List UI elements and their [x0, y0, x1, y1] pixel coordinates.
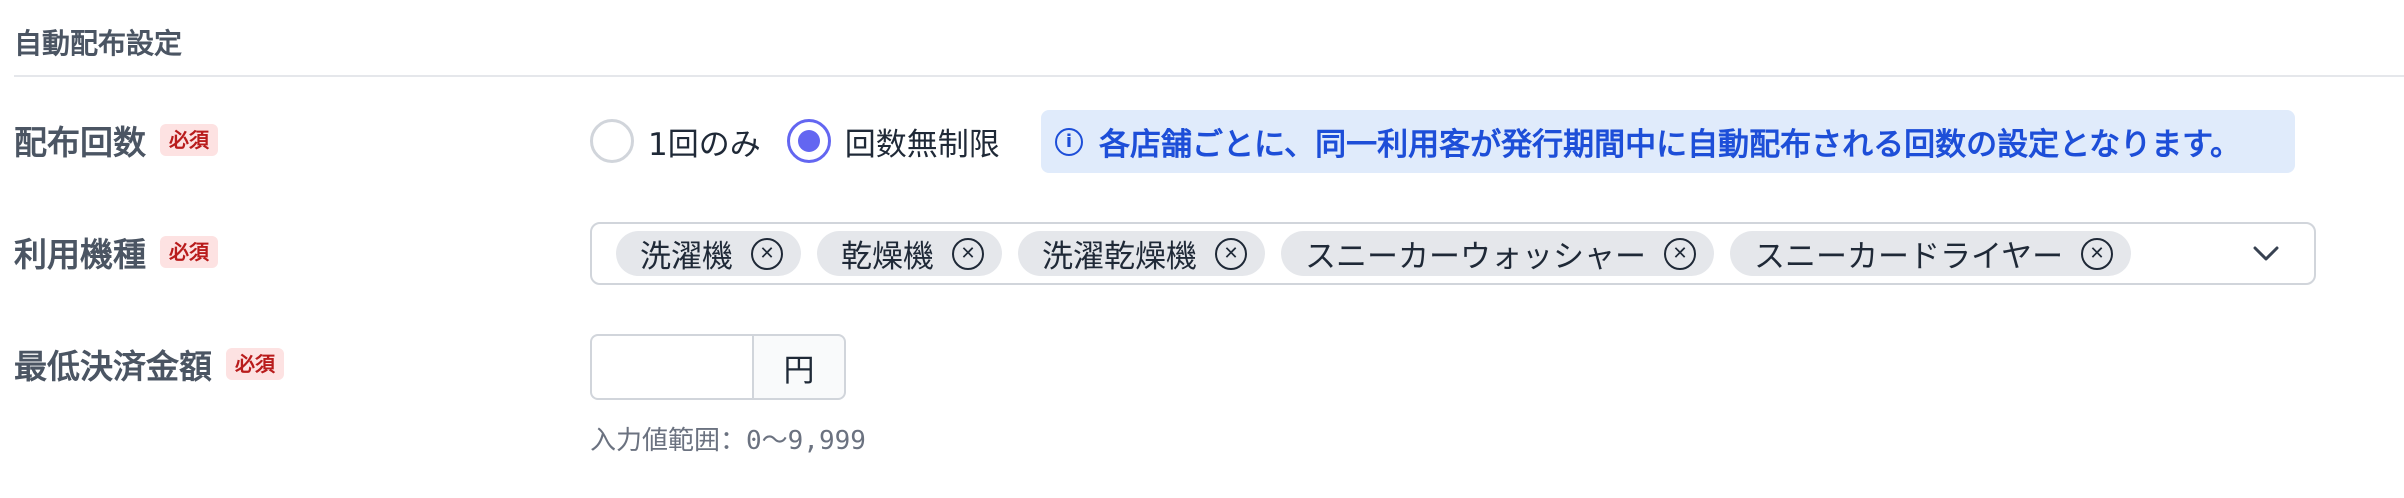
yen-unit-addon: 円 — [752, 334, 846, 400]
close-circle-icon[interactable]: ✕ — [1664, 237, 1696, 270]
min-payment-input-group: 円 — [590, 334, 846, 400]
radio-unlimited[interactable]: 回数無制限 — [786, 119, 1000, 164]
tag-label: スニーカードライヤー — [1754, 239, 2064, 275]
section-title: 自動配布設定 — [14, 27, 183, 60]
radio-unlimited-label[interactable]: 回数無制限 — [845, 119, 1000, 164]
min-payment-label-group: 最低決済金額 必須 — [14, 340, 284, 388]
min-payment-input[interactable] — [590, 334, 752, 400]
tag-label: 洗濯乾燥機 — [1042, 239, 1197, 275]
machine-types-label-group: 利用機種 必須 — [14, 228, 218, 276]
required-badge: 必須 — [226, 348, 284, 380]
tag-label: 洗濯機 — [640, 239, 733, 275]
min-payment-label: 最低決済金額 — [14, 347, 212, 386]
distribution-count-label: 配布回数 — [14, 123, 146, 162]
required-badge: 必須 — [160, 124, 218, 156]
distribution-count-label-group: 配布回数 必須 — [14, 116, 218, 164]
distribution-count-radio-group: 1回のみ 回数無制限 — [590, 113, 1026, 169]
distribution-info-box: i 各店舗ごとに、同一利用客が発行期間中に自動配布される回数の設定となります。 — [1041, 110, 2295, 173]
machine-types-multiselect[interactable]: 洗濯機 ✕ 乾燥機 ✕ 洗濯乾燥機 ✕ スニーカーウォッシャー ✕ スニーカード… — [590, 222, 2316, 285]
radio-once-label[interactable]: 1回のみ — [648, 119, 761, 164]
min-payment-hint: 入力値範囲：0〜9,999 — [590, 426, 866, 456]
tag-label: スニーカーウォッシャー — [1305, 239, 1646, 275]
tag-dryer: 乾燥機 ✕ — [817, 231, 1002, 276]
required-badge: 必須 — [160, 236, 218, 268]
radio-once-circle[interactable] — [590, 119, 634, 163]
tag-washer-dryer: 洗濯乾燥機 ✕ — [1018, 231, 1265, 276]
tag-sneaker-dryer: スニーカードライヤー ✕ — [1730, 231, 2132, 276]
radio-unlimited-circle[interactable] — [786, 119, 831, 163]
close-circle-icon[interactable]: ✕ — [751, 237, 783, 270]
tag-label: 乾燥機 — [841, 239, 934, 275]
close-circle-icon[interactable]: ✕ — [1215, 237, 1247, 270]
tag-sneaker-washer: スニーカーウォッシャー ✕ — [1281, 231, 1714, 276]
section-divider — [14, 75, 2404, 77]
info-icon: i — [1055, 127, 1083, 156]
close-circle-icon[interactable]: ✕ — [952, 237, 984, 270]
distribution-info-text: 各店舗ごとに、同一利用客が発行期間中に自動配布される回数の設定となります。 — [1099, 127, 2242, 163]
tag-washer: 洗濯機 ✕ — [616, 231, 801, 276]
machine-types-label: 利用機種 — [14, 235, 146, 274]
chevron-down-icon[interactable] — [2252, 245, 2280, 263]
close-circle-icon[interactable]: ✕ — [2081, 237, 2114, 270]
radio-once[interactable]: 1回のみ — [590, 119, 761, 164]
